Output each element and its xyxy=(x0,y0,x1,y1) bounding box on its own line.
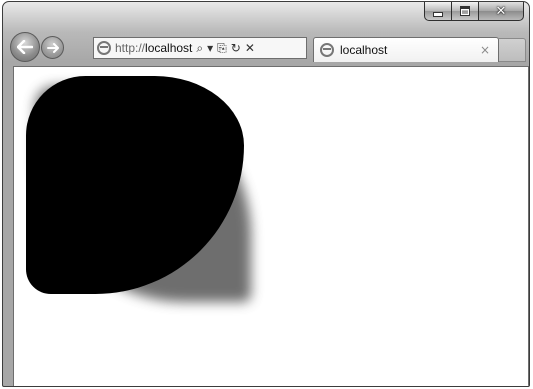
close-icon: ✕ xyxy=(495,3,507,19)
refresh-icon[interactable]: ↻ xyxy=(231,41,241,55)
forward-button[interactable] xyxy=(41,36,64,59)
tab-page-icon xyxy=(320,43,334,57)
minimize-button[interactable] xyxy=(424,2,451,21)
search-icon[interactable]: ⌕ xyxy=(196,41,203,56)
back-arrow-icon xyxy=(17,40,33,54)
page-icon xyxy=(97,41,111,55)
address-tools: ⌕ ▾ ⎘ ↻ ✕ xyxy=(196,41,255,56)
address-bar[interactable]: http://localhost ⌕ ▾ ⎘ ↻ ✕ xyxy=(93,37,307,59)
window-controls: ✕ xyxy=(424,2,524,21)
maximize-icon xyxy=(460,6,470,16)
compatibility-view-icon[interactable]: ⎘ xyxy=(217,41,227,56)
tab-close-icon[interactable]: × xyxy=(480,43,490,57)
maximize-button[interactable] xyxy=(451,2,478,21)
close-window-button[interactable]: ✕ xyxy=(478,2,524,21)
tab-localhost[interactable]: localhost × xyxy=(313,37,499,62)
new-tab-button[interactable] xyxy=(499,38,526,62)
back-button[interactable] xyxy=(10,32,40,62)
forward-arrow-icon xyxy=(46,42,59,53)
page-content xyxy=(13,66,529,386)
browser-window: ✕ http://localhost ⌕ ▾ ⎘ ↻ ✕ localhost × xyxy=(2,1,530,387)
url-host: localhost xyxy=(145,41,193,55)
dropdown-icon[interactable]: ▾ xyxy=(207,41,213,55)
stop-icon[interactable]: ✕ xyxy=(245,41,255,55)
tab-label: localhost xyxy=(340,43,388,57)
minimize-icon xyxy=(433,11,443,17)
url-protocol: http:// xyxy=(115,41,146,55)
